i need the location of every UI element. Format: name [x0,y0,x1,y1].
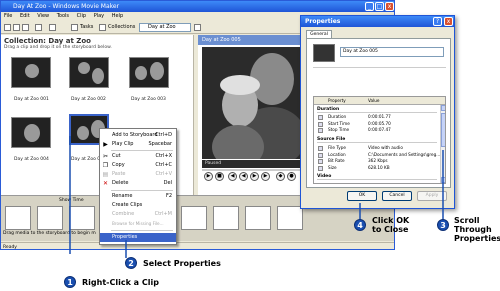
callout-text: Right-Click a Clip [82,278,159,287]
callout-badge: 1 [64,276,76,288]
callout-text: Select Properties [143,259,221,268]
callout-leader-lines [69,136,444,258]
callout-text: Scroll Through Properties [454,216,500,243]
callout-badge: 3 [437,219,449,231]
callout-badge: 2 [125,257,137,269]
callout-text: Click OK to Close [372,216,410,234]
callout-badge: 4 [354,219,366,231]
